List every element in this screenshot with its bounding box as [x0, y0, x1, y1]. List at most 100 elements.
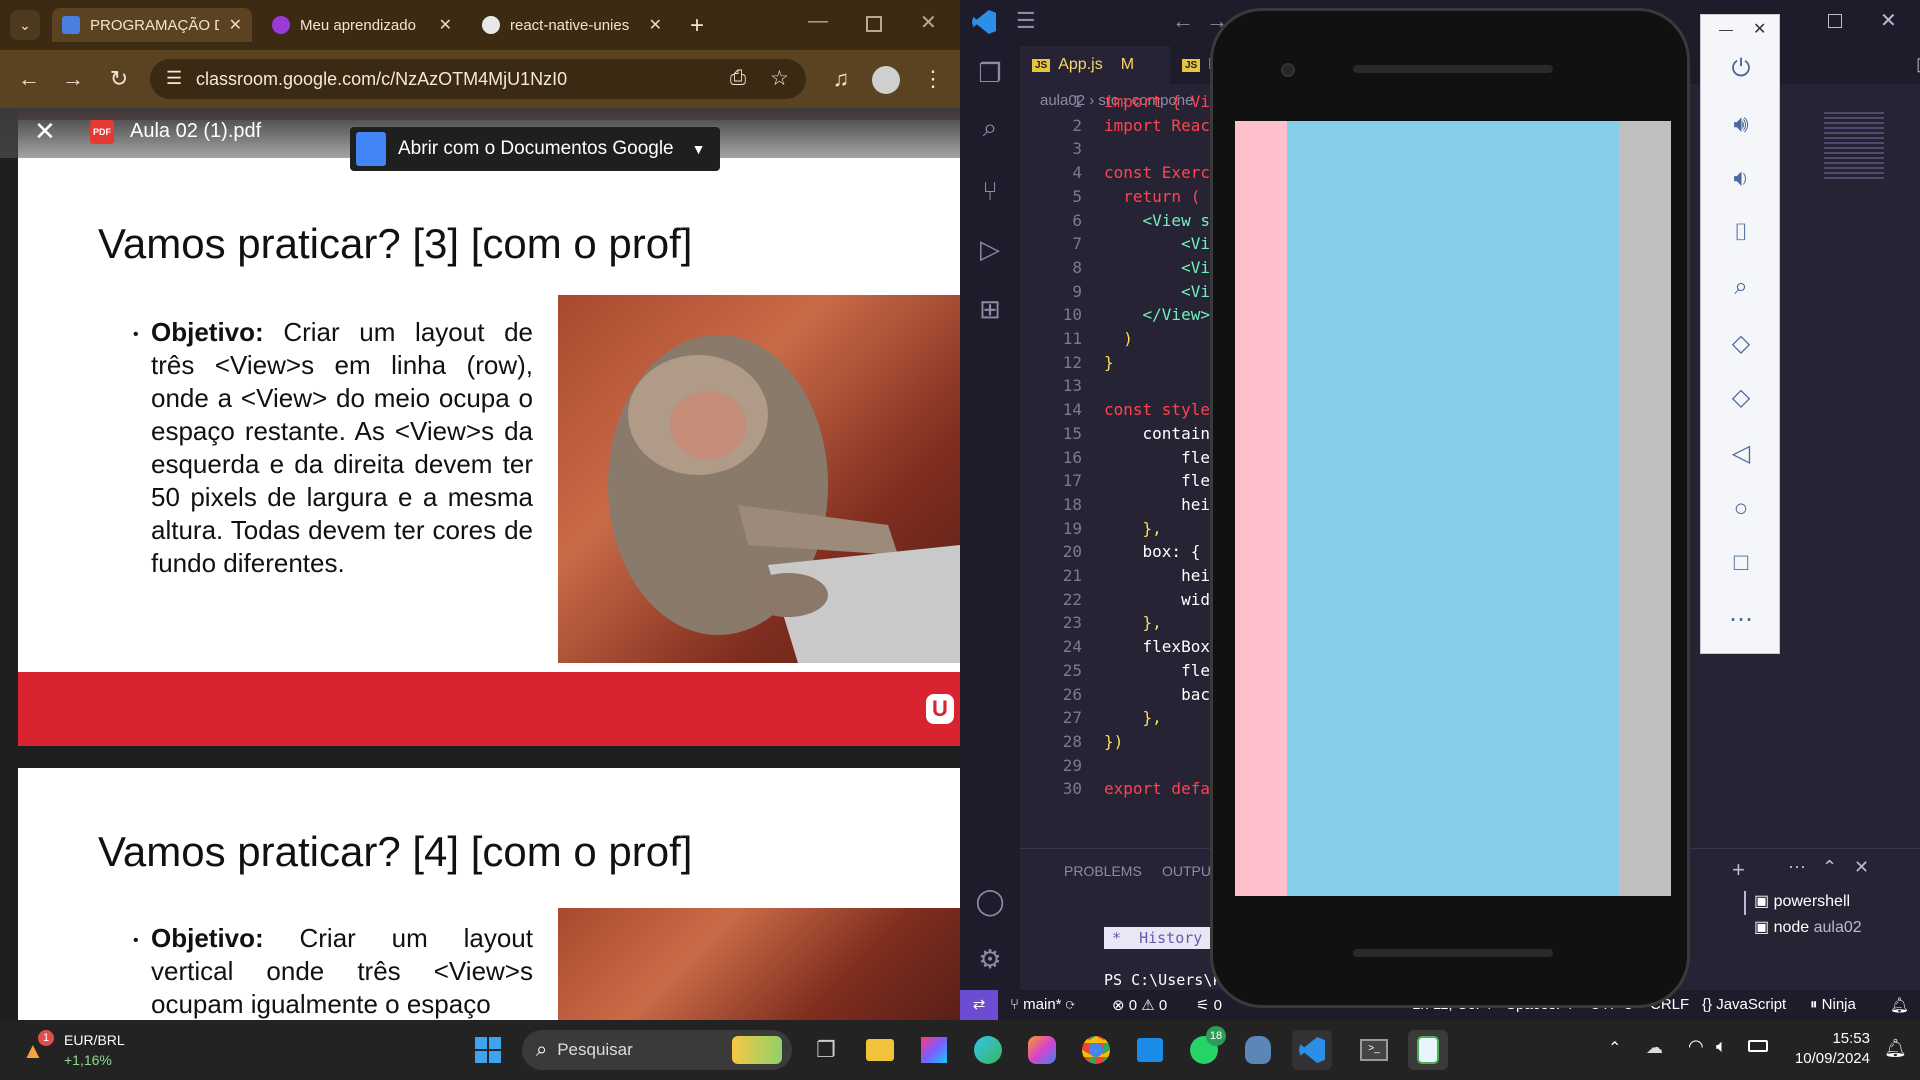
chrome-icon[interactable]: [1076, 1030, 1116, 1070]
run-debug-icon[interactable]: ▷: [973, 232, 1007, 266]
copilot-icon[interactable]: [1022, 1030, 1062, 1070]
extensions-icon[interactable]: ⊞: [973, 292, 1007, 326]
rotate-left-icon[interactable]: ◇: [1701, 329, 1781, 358]
more-icon[interactable]: ⋯: [1701, 605, 1781, 634]
file-explorer-icon[interactable]: [860, 1030, 900, 1070]
volume-icon[interactable]: 🔈︎: [1716, 1036, 1727, 1057]
reload-button[interactable]: ↻: [104, 66, 134, 92]
notifications-icon[interactable]: 🔔︎: [1890, 996, 1909, 1014]
menu-icon[interactable]: ⋮: [918, 66, 948, 92]
new-terminal-icon[interactable]: +: [1732, 857, 1745, 883]
search-icon[interactable]: ⌕: [973, 110, 1007, 144]
close-window-button[interactable]: ✕: [1880, 8, 1897, 33]
task-view-icon[interactable]: ❐: [806, 1030, 846, 1070]
split-editor-icon[interactable]: ◫: [1916, 54, 1920, 75]
back-button[interactable]: ←: [14, 66, 44, 92]
tab-github[interactable]: react-native-unies ✕: [472, 8, 672, 42]
emulator-screen[interactable]: [1235, 121, 1671, 896]
forward-button[interactable]: →: [58, 66, 88, 92]
open-with-docs-button[interactable]: Abrir com o Documentos Google ▼: [350, 127, 720, 171]
home-icon[interactable]: ○: [1701, 495, 1781, 523]
line-number: 29: [1062, 755, 1082, 775]
zoom-icon[interactable]: ⌕: [1701, 273, 1781, 301]
notification-bell-icon[interactable]: 🔔︎: [1884, 1038, 1907, 1059]
chevron-down-icon[interactable]: ▼: [692, 141, 706, 157]
close-icon[interactable]: ✕: [229, 15, 242, 35]
widgets-button[interactable]: ▲ 1 EUR/BRL +1,16%: [22, 1030, 152, 1072]
panel-more-icon[interactable]: ⋯: [1788, 857, 1806, 878]
source-control-icon[interactable]: ⑂: [973, 174, 1007, 208]
tab-learning[interactable]: Meu aprendizado ✕: [262, 8, 462, 42]
terminal-icon: ▣: [1754, 919, 1774, 936]
bookmark-star-icon[interactable]: ☆: [770, 66, 789, 91]
maximize-button[interactable]: [1828, 14, 1842, 28]
volume-down-icon[interactable]: 🔉︎: [1701, 165, 1781, 193]
close-window-button[interactable]: ✕: [920, 10, 937, 35]
volume-up-icon[interactable]: 🔊︎: [1701, 111, 1781, 139]
site-info-icon[interactable]: ☰: [166, 68, 182, 89]
bottom-speaker: [1353, 949, 1553, 957]
editor-tab-app-js[interactable]: JS App.js M: [1020, 46, 1170, 84]
github-icon: [482, 16, 500, 34]
wifi-icon[interactable]: ◠: [1688, 1036, 1704, 1057]
tray-chevron-icon[interactable]: ⌃: [1608, 1038, 1621, 1058]
address-bar[interactable]: ☰ classroom.google.com/c/NzAzOTM4MjU1NzI…: [150, 59, 806, 99]
problems-count[interactable]: ⊗ 0 ⚠ 0: [1112, 996, 1167, 1014]
media-icon[interactable]: ♫: [826, 66, 856, 92]
code-text: export defau: [1104, 779, 1220, 799]
code-text: return (: [1104, 186, 1201, 206]
install-icon[interactable]: ⎙: [730, 67, 746, 90]
maximize-button[interactable]: [866, 16, 882, 32]
battery-icon[interactable]: [1748, 1040, 1768, 1052]
camera-icon[interactable]: ⌷: [1701, 219, 1781, 247]
tray-app-icon[interactable]: ☁: [1646, 1038, 1663, 1058]
vscode-taskbar-icon[interactable]: [1292, 1030, 1332, 1070]
tab-classroom[interactable]: PROGRAMAÇÃO D ✕: [52, 8, 252, 42]
avatar[interactable]: [872, 66, 900, 94]
tab-search-button[interactable]: ⌄: [10, 10, 40, 40]
panel-close-icon[interactable]: ✕: [1854, 857, 1869, 878]
line-number: 17: [1062, 471, 1082, 491]
nav-back-icon[interactable]: ←: [1172, 8, 1194, 34]
menu-icon[interactable]: ☰: [1016, 8, 1036, 34]
git-branch[interactable]: ⑂ main* ⟳: [1010, 996, 1075, 1013]
settings-gear-icon[interactable]: ⚙: [973, 942, 1007, 976]
overview-icon[interactable]: □: [1701, 549, 1781, 577]
close-icon[interactable]: ✕: [439, 15, 452, 35]
terminal-list-item[interactable]: ▣ node aula02: [1744, 917, 1920, 941]
terminal-taskbar-icon[interactable]: >_: [1354, 1030, 1394, 1070]
classroom-icon: [62, 16, 80, 34]
close-icon[interactable]: ✕: [649, 15, 662, 35]
clock-time[interactable]: 15:53: [1790, 1030, 1870, 1047]
postgres-icon[interactable]: [1238, 1030, 1278, 1070]
back-icon[interactable]: ◁: [1701, 439, 1781, 468]
line-number: 30: [1062, 779, 1082, 799]
search-icon: ⌕: [536, 1038, 548, 1061]
explorer-icon[interactable]: ❐: [973, 56, 1007, 90]
emulator-taskbar-icon[interactable]: [1408, 1030, 1448, 1070]
intellij-icon[interactable]: [914, 1030, 954, 1070]
line-number: 14: [1062, 400, 1082, 420]
store-icon[interactable]: [1130, 1030, 1170, 1070]
whatsapp-icon[interactable]: 18: [1184, 1026, 1226, 1070]
terminal-list-item[interactable]: ▣ powershell: [1744, 891, 1920, 915]
language-mode[interactable]: {} JavaScript: [1702, 996, 1786, 1013]
minimize-button[interactable]: —: [808, 10, 828, 33]
close-pdf-icon[interactable]: ✕: [34, 116, 56, 147]
edge-icon[interactable]: [968, 1030, 1008, 1070]
start-button[interactable]: [468, 1030, 508, 1070]
clock-date[interactable]: 10/09/2024: [1770, 1050, 1870, 1067]
account-icon[interactable]: ◯: [973, 884, 1007, 918]
terminal-icon: ▣: [1754, 893, 1774, 910]
tab-problems[interactable]: PROBLEMS: [1064, 863, 1142, 879]
ninja-status[interactable]: ⏸ Ninja: [1810, 996, 1856, 1013]
ports-count[interactable]: ⚟ 0: [1196, 996, 1222, 1014]
remote-indicator[interactable]: ⇄: [960, 990, 998, 1020]
new-tab-button[interactable]: +: [690, 12, 704, 40]
power-icon[interactable]: ⏻: [1701, 55, 1781, 83]
close-button[interactable]: ✕: [1753, 19, 1766, 39]
minimize-button[interactable]: —: [1719, 21, 1733, 37]
panel-maximize-icon[interactable]: ⌃: [1822, 857, 1837, 878]
rotate-right-icon[interactable]: ◇: [1701, 383, 1781, 412]
taskbar-search[interactable]: ⌕ Pesquisar: [522, 1030, 792, 1070]
